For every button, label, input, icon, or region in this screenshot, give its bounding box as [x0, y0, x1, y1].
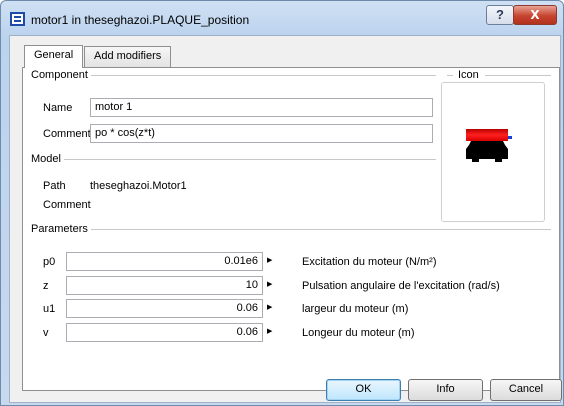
param-description: Excitation du moteur (N/m²): [302, 256, 437, 268]
param-menu-arrow-icon[interactable]: ▶: [267, 327, 272, 335]
param-name: v: [43, 327, 49, 339]
dialog-window: motor1 in theseghazoi.PLAQUE_position ? …: [0, 0, 564, 406]
help-icon: ?: [496, 7, 504, 22]
comment-label: Comment: [43, 128, 91, 140]
name-input[interactable]: motor 1: [90, 98, 433, 117]
tab-general[interactable]: General: [24, 45, 84, 68]
icon-preview: [441, 82, 545, 222]
param-value-input[interactable]: 0.01e6: [66, 252, 263, 271]
help-button[interactable]: ?: [486, 5, 514, 25]
motor-body: [466, 141, 508, 159]
icon-section-label: Icon: [455, 69, 482, 81]
param-menu-arrow-icon[interactable]: ▶: [267, 280, 272, 288]
param-value-input[interactable]: 0.06: [66, 299, 263, 318]
comment-input[interactable]: po * cos(z*t): [90, 124, 433, 143]
title-bar[interactable]: motor1 in theseghazoi.PLAQUE_position ? …: [1, 1, 564, 35]
close-icon: X: [530, 8, 540, 22]
motor-icon: [466, 129, 512, 162]
cancel-button[interactable]: Cancel: [490, 379, 562, 401]
param-value-input[interactable]: 10: [66, 276, 263, 295]
info-button[interactable]: Info: [408, 379, 483, 401]
tab-add-modifiers[interactable]: Add modifiers: [84, 46, 172, 67]
dialog-client-area: General Add modifiers Component Name mot…: [9, 35, 562, 403]
motor-foot: [495, 159, 502, 162]
general-panel: Component Name motor 1 Comment po * cos(…: [22, 67, 560, 391]
app-icon: [10, 12, 25, 26]
motor-red-band: [466, 129, 508, 141]
name-label: Name: [43, 102, 73, 114]
param-menu-arrow-icon[interactable]: ▶: [267, 303, 272, 311]
path-value: theseghazoi.Motor1: [90, 180, 187, 192]
param-value-input[interactable]: 0.06: [66, 323, 263, 342]
param-menu-arrow-icon[interactable]: ▶: [267, 256, 272, 264]
path-label: Path: [43, 180, 66, 192]
param-name: u1: [43, 303, 56, 315]
parameters-section-label: Parameters: [31, 223, 91, 235]
param-name: z: [43, 280, 49, 292]
model-section-label: Model: [31, 153, 64, 165]
close-button[interactable]: X: [513, 5, 557, 25]
component-section-label: Component: [31, 69, 91, 81]
param-description: largeur du moteur (m): [302, 303, 409, 315]
param-name: p0: [43, 256, 56, 268]
model-comment-label: Comment: [43, 199, 91, 211]
motor-connector: [508, 136, 512, 139]
ok-button[interactable]: OK: [326, 379, 401, 401]
motor-foot: [472, 159, 479, 162]
param-description: Pulsation angulaire de l'excitation (rad…: [302, 280, 500, 292]
window-title: motor1 in theseghazoi.PLAQUE_position: [31, 13, 250, 27]
param-description: Longeur du moteur (m): [302, 327, 415, 339]
